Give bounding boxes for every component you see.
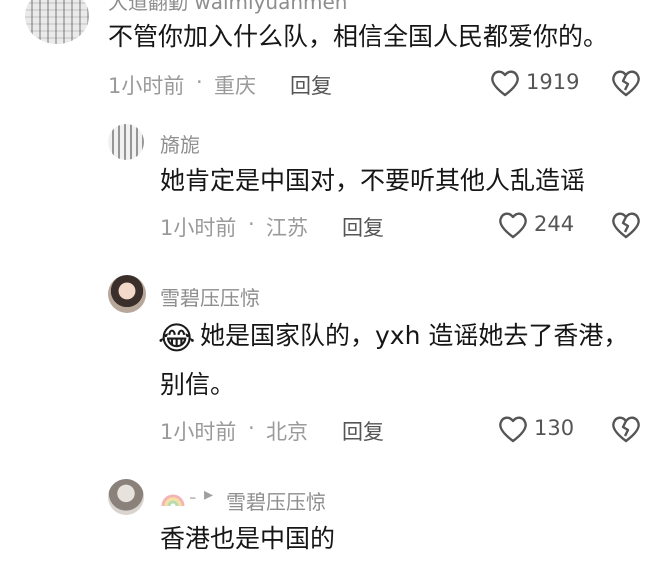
avatar[interactable] [108, 275, 146, 313]
comment-location: 北京 [266, 420, 308, 444]
comment-text: 她是国家队的，yxh 造谣她去了香港， [200, 321, 629, 350]
comment-text: 香港也是中国的 [160, 524, 336, 553]
comment-location: 重庆 [214, 74, 256, 98]
reply-arrow-icon: ▸ [204, 484, 214, 505]
meta-separator: · [248, 416, 255, 440]
heart-outline-icon[interactable] [497, 210, 529, 240]
comment-text: 她肯定是中国对，不要听其他人乱造谣 [160, 166, 586, 195]
meta-separator: · [248, 212, 255, 236]
comment-text: 不管你加入什么队，相信全国人民都爱你的。 [108, 22, 609, 51]
like-count: 244 [534, 212, 575, 236]
comment-location: 江苏 [266, 216, 308, 240]
like-count: 130 [534, 416, 575, 440]
reply-dash: - [189, 485, 197, 509]
reply-button[interactable]: 回复 [290, 70, 332, 100]
heart-outline-icon[interactable] [489, 68, 521, 98]
reply-button[interactable]: 回复 [342, 416, 384, 446]
heart-outline-icon[interactable] [497, 414, 529, 444]
comment-time: 1小时前 [108, 74, 185, 98]
reply-to-username[interactable]: 雪碧压压惊 [226, 486, 326, 515]
broken-heart-icon[interactable] [610, 68, 642, 98]
laughing-emoji-icon: 😂 [158, 319, 196, 357]
meta-separator: · [196, 70, 203, 94]
reply-button[interactable]: 回复 [342, 212, 384, 242]
broken-heart-icon[interactable] [610, 414, 642, 444]
comment-username[interactable]: 旖旎 [160, 129, 200, 158]
avatar[interactable] [108, 479, 144, 515]
comment-text: 别信。 [160, 370, 236, 399]
comment-time: 1小时前 [160, 420, 237, 444]
broken-heart-icon[interactable] [610, 210, 642, 240]
comment-username[interactable]: 大道翻勤 waimiyuanmen [108, 0, 347, 15]
comment-time: 1小时前 [160, 216, 237, 240]
avatar[interactable] [25, 0, 89, 44]
like-count: 1919 [526, 70, 580, 94]
avatar[interactable] [108, 124, 144, 160]
rainbow-icon [160, 486, 186, 508]
comment-username[interactable]: 雪碧压压惊 [160, 282, 260, 311]
